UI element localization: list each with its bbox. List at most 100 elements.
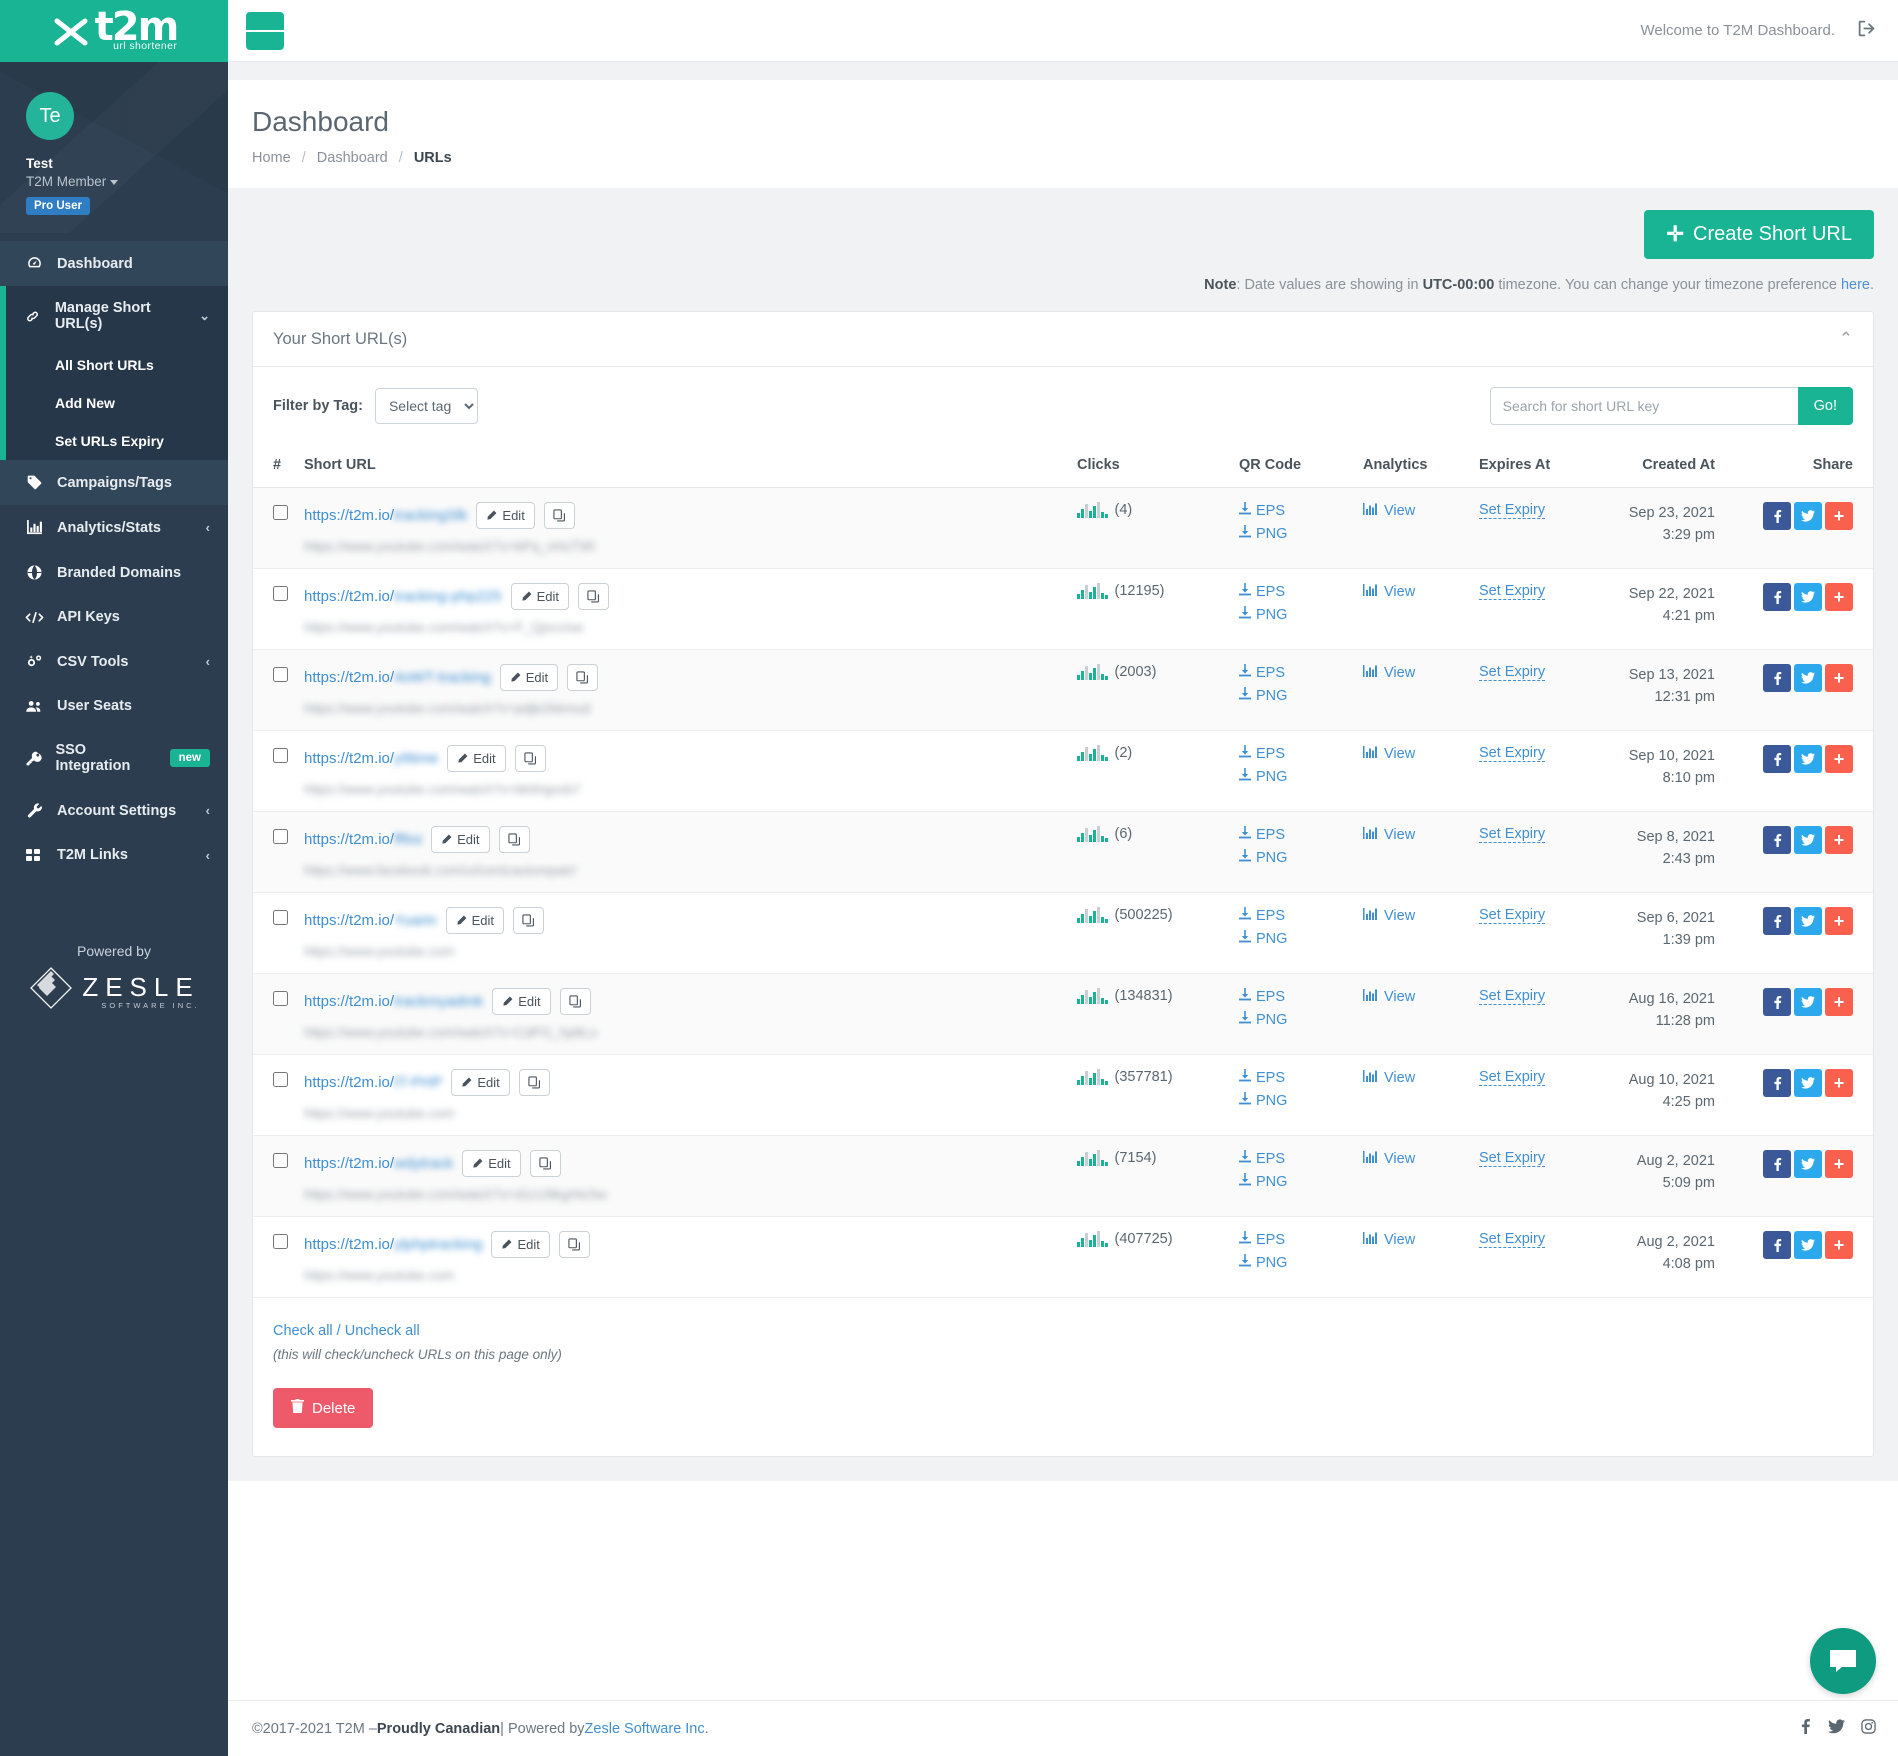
- share-facebook-button[interactable]: [1763, 826, 1791, 854]
- edit-button[interactable]: Edit: [446, 907, 504, 934]
- share-twitter-button[interactable]: [1794, 1231, 1822, 1259]
- copy-button[interactable]: [530, 1150, 561, 1177]
- analytics-view-link[interactable]: View: [1363, 826, 1415, 844]
- share-more-button[interactable]: +: [1825, 745, 1853, 773]
- short-url-link[interactable]: https://t2m.io/y9time: [304, 750, 438, 767]
- analytics-view-link[interactable]: View: [1363, 907, 1415, 925]
- qr-download-eps[interactable]: EPS: [1239, 583, 1347, 600]
- set-expiry-link[interactable]: Set Expiry: [1479, 1150, 1545, 1167]
- set-expiry-link[interactable]: Set Expiry: [1479, 1231, 1545, 1248]
- copy-button[interactable]: [513, 907, 544, 934]
- create-short-url-button[interactable]: ✛ Create Short URL: [1644, 210, 1874, 259]
- share-twitter-button[interactable]: [1794, 664, 1822, 692]
- share-facebook-button[interactable]: [1763, 502, 1791, 530]
- qr-download-eps[interactable]: EPS: [1239, 907, 1347, 924]
- copy-button[interactable]: [567, 664, 598, 691]
- share-facebook-button[interactable]: [1763, 664, 1791, 692]
- sidebar-item-manage-short-urls[interactable]: Manage Short URL(s) ⌄: [0, 286, 228, 346]
- qr-download-eps[interactable]: EPS: [1239, 745, 1347, 762]
- share-twitter-button[interactable]: [1794, 826, 1822, 854]
- analytics-view-link[interactable]: View: [1363, 664, 1415, 682]
- copy-button[interactable]: [544, 502, 575, 529]
- sidebar-item-dashboard[interactable]: Dashboard: [0, 241, 228, 286]
- share-more-button[interactable]: +: [1825, 664, 1853, 692]
- analytics-view-link[interactable]: View: [1363, 583, 1415, 601]
- qr-download-png[interactable]: PNG: [1239, 849, 1347, 866]
- row-checkbox[interactable]: [273, 910, 288, 925]
- brand-logo[interactable]: t2m url shortener: [0, 0, 228, 62]
- sidebar-item-account-settings[interactable]: Account Settings ‹: [0, 788, 228, 833]
- qr-download-eps[interactable]: EPS: [1239, 1150, 1347, 1167]
- sidebar-item-branded-domains[interactable]: Branded Domains: [0, 550, 228, 595]
- share-facebook-button[interactable]: [1763, 1150, 1791, 1178]
- short-url-link[interactable]: https://t2m.io/tracking-php225: [304, 588, 502, 605]
- qr-download-png[interactable]: PNG: [1239, 1173, 1347, 1190]
- sidebar-item-api-keys[interactable]: API Keys: [0, 595, 228, 639]
- chat-bubble-icon[interactable]: [1810, 1628, 1876, 1694]
- logout-icon[interactable]: [1857, 19, 1876, 43]
- twitter-icon[interactable]: [1828, 1719, 1845, 1738]
- footer-company-link[interactable]: Zesle Software Inc: [585, 1721, 705, 1737]
- share-facebook-button[interactable]: [1763, 745, 1791, 773]
- hamburger-icon[interactable]: [246, 12, 284, 50]
- edit-button[interactable]: Edit: [492, 988, 550, 1015]
- share-twitter-button[interactable]: [1794, 502, 1822, 530]
- qr-download-png[interactable]: PNG: [1239, 525, 1347, 542]
- qr-download-png[interactable]: PNG: [1239, 930, 1347, 947]
- row-checkbox[interactable]: [273, 667, 288, 682]
- edit-button[interactable]: Edit: [476, 502, 534, 529]
- edit-button[interactable]: Edit: [451, 1069, 509, 1096]
- share-facebook-button[interactable]: [1763, 1069, 1791, 1097]
- qr-download-png[interactable]: PNG: [1239, 606, 1347, 623]
- short-url-link[interactable]: https://t2m.io/tT-PHP: [304, 1074, 442, 1091]
- sidebar-item-analytics-stats[interactable]: Analytics/Stats ‹: [0, 505, 228, 550]
- row-checkbox[interactable]: [273, 586, 288, 601]
- qr-download-eps[interactable]: EPS: [1239, 664, 1347, 681]
- sidebar-item-user-seats[interactable]: User Seats: [0, 684, 228, 728]
- qr-download-png[interactable]: PNG: [1239, 687, 1347, 704]
- copy-button[interactable]: [519, 1069, 550, 1096]
- set-expiry-link[interactable]: Set Expiry: [1479, 826, 1545, 843]
- qr-download-eps[interactable]: EPS: [1239, 988, 1347, 1005]
- share-facebook-button[interactable]: [1763, 988, 1791, 1016]
- qr-download-png[interactable]: PNG: [1239, 1092, 1347, 1109]
- share-more-button[interactable]: +: [1825, 1231, 1853, 1259]
- set-expiry-link[interactable]: Set Expiry: [1479, 583, 1545, 600]
- set-expiry-link[interactable]: Set Expiry: [1479, 907, 1545, 924]
- row-checkbox[interactable]: [273, 1153, 288, 1168]
- qr-download-eps[interactable]: EPS: [1239, 826, 1347, 843]
- qr-download-png[interactable]: PNG: [1239, 1011, 1347, 1028]
- row-checkbox[interactable]: [273, 1072, 288, 1087]
- chevron-up-icon[interactable]: ⌃: [1839, 329, 1853, 349]
- qr-download-png[interactable]: PNG: [1239, 768, 1347, 785]
- edit-button[interactable]: Edit: [500, 664, 558, 691]
- sidebar-item-campaigns-tags[interactable]: Campaigns/Tags: [0, 460, 228, 505]
- copy-button[interactable]: [515, 745, 546, 772]
- share-more-button[interactable]: +: [1825, 988, 1853, 1016]
- share-more-button[interactable]: +: [1825, 1150, 1853, 1178]
- share-facebook-button[interactable]: [1763, 583, 1791, 611]
- delete-button[interactable]: Delete: [273, 1388, 373, 1428]
- copy-button[interactable]: [560, 988, 591, 1015]
- breadcrumb-item-home[interactable]: Home: [252, 150, 291, 166]
- search-go-button[interactable]: Go!: [1798, 387, 1853, 425]
- sidebar-item-csv-tools[interactable]: CSV Tools ‹: [0, 639, 228, 684]
- qr-download-eps[interactable]: EPS: [1239, 502, 1347, 519]
- short-url-link[interactable]: https://t2m.io/ff6oi: [304, 831, 422, 848]
- share-twitter-button[interactable]: [1794, 745, 1822, 773]
- sidebar-item-sso-integration[interactable]: SSO Integration new: [0, 728, 228, 788]
- analytics-view-link[interactable]: View: [1363, 502, 1415, 520]
- qr-download-eps[interactable]: EPS: [1239, 1069, 1347, 1086]
- row-checkbox[interactable]: [273, 748, 288, 763]
- sidebar-item-t2m-links[interactable]: T2M Links ‹: [0, 833, 228, 877]
- short-url-link[interactable]: https://t2m.io/trackingSlk: [304, 507, 467, 524]
- set-expiry-link[interactable]: Set Expiry: [1479, 988, 1545, 1005]
- sidebar-subitem-all-short-urls[interactable]: All Short URLs: [0, 346, 228, 384]
- instagram-icon[interactable]: [1861, 1719, 1876, 1738]
- edit-button[interactable]: Edit: [431, 826, 489, 853]
- timezone-preference-link[interactable]: here: [1841, 277, 1870, 293]
- set-expiry-link[interactable]: Set Expiry: [1479, 1069, 1545, 1086]
- analytics-view-link[interactable]: View: [1363, 745, 1415, 763]
- share-twitter-button[interactable]: [1794, 583, 1822, 611]
- qr-download-eps[interactable]: EPS: [1239, 1231, 1347, 1248]
